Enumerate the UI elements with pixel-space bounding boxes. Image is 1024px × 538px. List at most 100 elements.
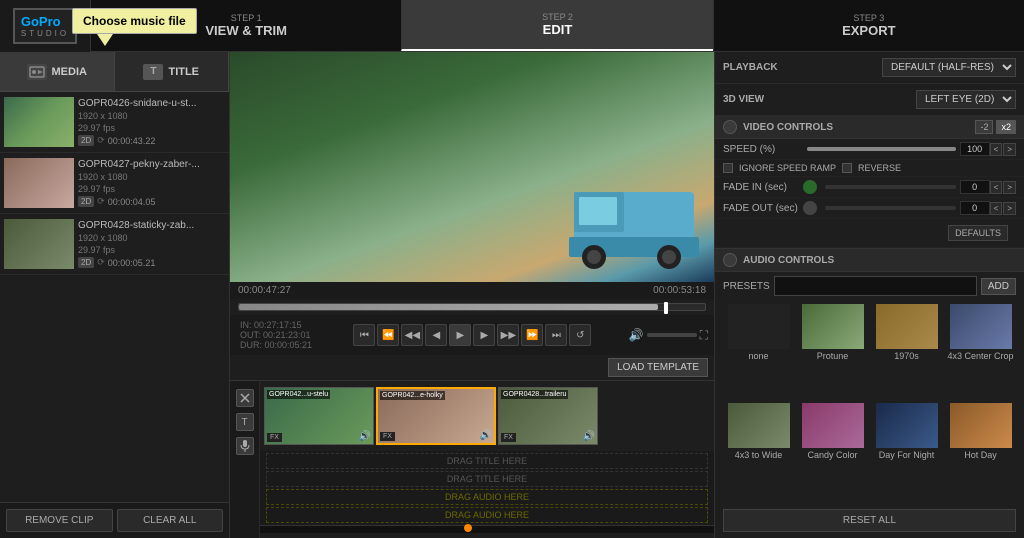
preset-4x3center[interactable]: 4x3 Center Crop [945, 304, 1016, 400]
fx-badge-1: FX [267, 433, 282, 442]
scrub-bar[interactable] [238, 303, 706, 311]
fade-out-down[interactable]: < [990, 202, 1003, 215]
main-layout: MEDIA T TITLE GOPR0426-snidane-u-st... 1… [0, 52, 1024, 538]
preset-label-1970s: 1970s [894, 351, 919, 361]
fade-in-icon[interactable] [803, 180, 817, 194]
clip-thumb-2 [4, 158, 74, 208]
reverse-checkbox[interactable] [842, 163, 852, 173]
timeline-clips-area: GOPR042...u-stelu FX 🔊 GOPR042...e-holky… [260, 381, 714, 451]
defaults-button[interactable]: DEFAULTS [948, 225, 1008, 241]
clip-name-2: GOPR0427-pekny-zaber-... [78, 159, 221, 170]
timeline-side-icons: T [230, 381, 260, 538]
speed-up-btn[interactable]: > [1003, 143, 1016, 156]
preset-none[interactable]: none [723, 304, 794, 400]
playback-section: PLAYBACK DEFAULT (HALF-RES) [715, 52, 1024, 84]
clip-item[interactable]: GOPR0427-pekny-zaber-... 1920 x 1080 29.… [0, 153, 229, 214]
preset-thumb-hotday [950, 403, 1012, 448]
gopro-text: GoPro [21, 14, 69, 29]
right-panel: PLAYBACK DEFAULT (HALF-RES) 3D VIEW LEFT… [714, 52, 1024, 538]
preset-candy[interactable]: Candy Color [797, 403, 868, 499]
remove-clip-button[interactable]: REMOVE CLIP [6, 509, 113, 532]
clip-info-3: GOPR0428-staticky-zab... 1920 x 1080 29.… [74, 218, 225, 270]
vc-collapse-btn[interactable] [723, 120, 737, 134]
step-edit[interactable]: STEP 2 EDIT [401, 0, 712, 51]
video-controls-title: VIDEO CONTROLS [743, 122, 969, 133]
loop-button[interactable]: ↺ [569, 324, 591, 346]
timeline-clip-2[interactable]: GOPR042...e-holky FX 🔊 [376, 387, 496, 445]
fade-out-value: 0 [960, 201, 990, 215]
mic-icon[interactable] [236, 437, 254, 455]
volume-slider[interactable] [647, 333, 697, 337]
fade-out-slider[interactable] [825, 206, 956, 210]
presets-label: PRESETS [723, 281, 770, 292]
total-timecode: 00:00:53:18 [653, 285, 706, 296]
steps-nav: STEP 1 VIEW & TRIM STEP 2 EDIT STEP 3 EX… [90, 0, 1024, 51]
vc-minus-btn[interactable]: -2 [975, 120, 993, 134]
next-frame-button[interactable]: ⏩ [521, 324, 543, 346]
skip-end-button[interactable]: ⏭ [545, 324, 567, 346]
preset-label-4x3wide: 4x3 to Wide [735, 450, 783, 460]
fade-in-up[interactable]: > [1003, 181, 1016, 194]
fade-out-icon[interactable] [803, 201, 817, 215]
presets-input[interactable] [774, 276, 977, 296]
timeline-clip-1[interactable]: GOPR042...u-stelu FX 🔊 [264, 387, 374, 445]
reset-all-button[interactable]: RESET ALL [723, 509, 1016, 532]
scissors-icon[interactable] [236, 389, 254, 407]
clip-item[interactable]: GOPR0428-staticky-zab... 1920 x 1080 29.… [0, 214, 229, 275]
in-out-info: IN: 00:27:17:15 OUT: 00:21:23:01 DUR: 00… [236, 318, 316, 352]
step-fwd-button[interactable]: ▶ [473, 324, 495, 346]
play-button[interactable]: ▶ [449, 324, 471, 346]
step-back-button[interactable]: ◀ [425, 324, 447, 346]
ac-collapse-btn[interactable] [723, 253, 737, 267]
fwd-button[interactable]: ▶▶ [497, 324, 519, 346]
playhead-dot[interactable] [464, 524, 472, 532]
rewind-button[interactable]: ◀◀ [401, 324, 423, 346]
playback-label: PLAYBACK [723, 62, 882, 73]
playback-dropdown[interactable]: DEFAULT (HALF-RES) [882, 58, 1016, 77]
tab-media-label: MEDIA [52, 66, 87, 78]
timecodes-row: 00:00:47:27 00:00:53:18 [230, 282, 714, 299]
video-controls-header: VIDEO CONTROLS -2 x2 [715, 116, 1024, 139]
clip-item[interactable]: GOPR0426-snidane-u-st... 1920 x 1080 29.… [0, 92, 229, 153]
clear-all-button[interactable]: CLEAR ALL [117, 509, 224, 532]
drag-audio-2: DRAG AUDIO HERE [266, 507, 708, 523]
add-preset-button[interactable]: ADD [981, 278, 1016, 295]
preset-label-hotday: Hot Day [964, 450, 997, 460]
audio-icon-2: 🔊 [480, 430, 492, 441]
prev-frame-button[interactable]: ⏪ [377, 324, 399, 346]
fade-out-up[interactable]: > [1003, 202, 1016, 215]
fx-badge-3: FX [501, 433, 516, 442]
fx-badge-2: FX [380, 432, 395, 441]
preset-dayfornight[interactable]: Day For Night [871, 403, 942, 499]
ignore-speed-checkbox[interactable] [723, 163, 733, 173]
tab-media[interactable]: MEDIA [0, 52, 115, 91]
fade-in-down[interactable]: < [990, 181, 1003, 194]
speed-down-btn[interactable]: < [990, 143, 1003, 156]
preset-protune[interactable]: Protune [797, 304, 868, 400]
preset-1970s[interactable]: 1970s [871, 304, 942, 400]
speed-slider[interactable] [807, 147, 956, 151]
title-add-icon[interactable]: T [236, 413, 254, 431]
scrub-thumb[interactable] [664, 302, 668, 314]
timeline-clip-3[interactable]: GOPR0428...traileru FX 🔊 [498, 387, 598, 445]
tab-title[interactable]: T TITLE [115, 52, 230, 91]
tooltip-container: Choose music file [72, 8, 197, 34]
timeline-section: T GOPR042...u-stelu FX 🔊 [230, 380, 714, 538]
step-export[interactable]: STEP 3 EXPORT [713, 0, 1024, 51]
audio-icon-3: 🔊 [583, 431, 595, 442]
preset-hotday[interactable]: Hot Day [945, 403, 1016, 499]
load-template-button[interactable]: LOAD TEMPLATE [608, 358, 708, 377]
fullscreen-icon[interactable]: ⛶ [700, 328, 708, 343]
skip-start-button[interactable]: ⏮ [353, 324, 375, 346]
fade-out-row: FADE OUT (sec) 0 < > [715, 198, 1024, 219]
3d-view-dropdown[interactable]: LEFT EYE (2D) [916, 90, 1016, 109]
preset-label-dayfornight: Day For Night [879, 450, 935, 460]
preset-4x3wide[interactable]: 4x3 to Wide [723, 403, 794, 499]
fade-out-label: FADE OUT (sec) [723, 203, 803, 214]
timeline-progress-bar[interactable] [260, 525, 714, 533]
volume-controls: 🔊 ⛶ [629, 328, 708, 343]
vc-x2-btn[interactable]: x2 [996, 120, 1016, 134]
media-icon [27, 64, 47, 80]
fade-in-slider[interactable] [825, 185, 956, 189]
load-template-area: LOAD TEMPLATE [230, 355, 714, 380]
